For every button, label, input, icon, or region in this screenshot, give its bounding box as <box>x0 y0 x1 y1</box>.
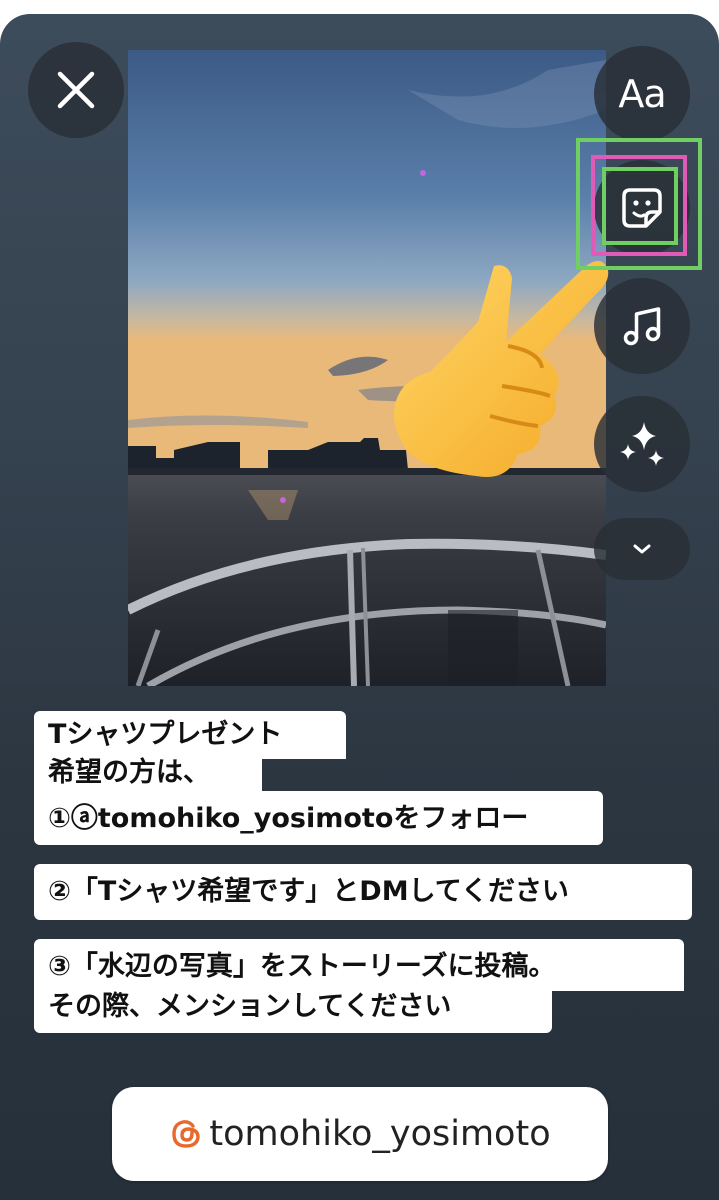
highlight-box-inner <box>602 167 678 245</box>
mention-username: tomohiko_yosimoto <box>209 1114 551 1154</box>
pointing-hand-icon <box>393 260 609 478</box>
close-button[interactable] <box>28 42 124 138</box>
chevron-down-icon <box>633 544 651 554</box>
caption-line: Tシャツプレゼント <box>34 711 346 759</box>
music-note-icon <box>623 307 661 346</box>
threads-icon <box>172 1120 201 1148</box>
effects-tool-button[interactable] <box>594 396 690 492</box>
mention-sticker[interactable]: tomohiko_yosimoto <box>112 1087 608 1181</box>
pointing-hand-sticker[interactable] <box>390 256 610 482</box>
caption-line: ①ⓐtomohiko_yosimotoをフォロー <box>34 791 603 845</box>
text-tool-label: Aa <box>618 72 666 116</box>
text-tool-button[interactable]: Aa <box>594 46 690 142</box>
sparkles-icon <box>620 422 664 466</box>
caption-block-2[interactable]: ②「Tシャツ希望です」とDMしてください <box>34 864 692 920</box>
caption-line: その際、メンションしてください <box>34 989 552 1033</box>
close-icon <box>57 71 95 109</box>
music-tool-button[interactable] <box>594 278 690 374</box>
caption-line: ③「水辺の写真」をストーリーズに投稿。 <box>34 939 684 991</box>
caption-line: 希望の方は、 <box>34 757 262 793</box>
more-tools-button[interactable] <box>594 518 690 580</box>
story-editor: Aa Tシャツプレゼント 希望の方は、 ①ⓐtomohiko_yosimotoを… <box>0 14 719 1200</box>
